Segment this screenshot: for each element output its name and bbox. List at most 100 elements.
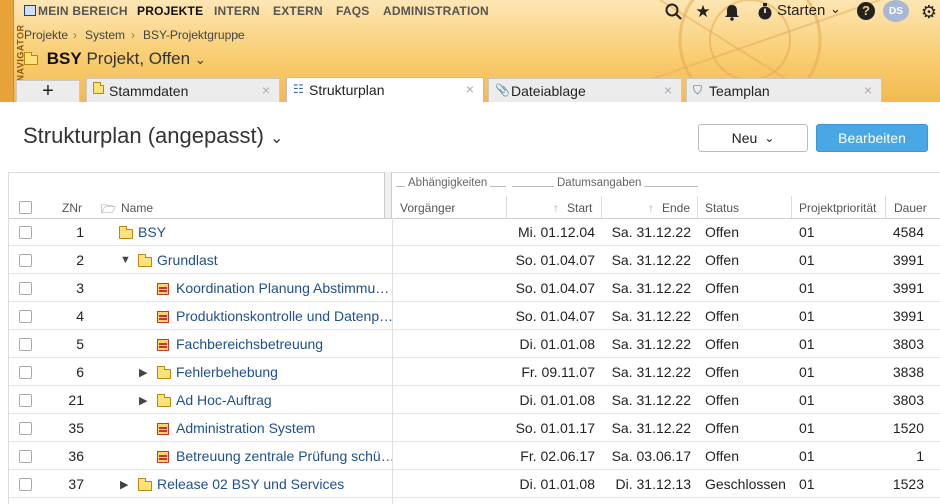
avatar[interactable]: DS [883,0,909,22]
tab-strukturplan[interactable]: ☷ Strukturplan × [286,77,484,102]
row-checkbox[interactable] [19,282,32,295]
expand-arrow-icon[interactable]: ▶ [120,478,128,491]
row-checkbox[interactable] [19,310,32,323]
table-row[interactable]: 21 ▶ Ad Hoc-Auftrag Di. 01.01.08 Sa. 31.12.2… [9,386,940,414]
cell-znr: 2 [76,252,84,268]
settings-gear-icon[interactable]: ⚙ [918,0,940,24]
breadcrumb-projekte[interactable]: Projekte [24,28,68,42]
row-icon [137,477,152,493]
cell-name-link[interactable]: Betreuung zentrale Prüfung schü… [176,448,395,464]
column-header-duration[interactable]: Dauer [894,201,927,215]
cell-start: So. 01.04.07 [515,308,595,324]
tab-label: Dateiablage [511,83,586,99]
chevron-down-icon[interactable]: ⌄ [830,1,841,17]
new-button[interactable]: Neu ⌄ [698,124,808,152]
grid-splitter[interactable] [384,172,392,218]
menu-projekte[interactable]: PROJEKTE [137,4,203,18]
cell-status: Offen [705,336,739,352]
cell-name-link[interactable]: Fehlerbehebung [176,364,278,380]
row-checkbox[interactable] [19,366,32,379]
cell-start: Mi. 01.12.04 [517,224,595,240]
menu-mein-bereich[interactable]: MEIN BEREICH [38,4,128,18]
cell-name-link[interactable]: Produktionskontrolle und Datenp… [176,308,393,324]
menu-faqs[interactable]: FAQS [336,4,369,18]
cell-start: Di. 01.01.08 [519,336,596,352]
cell-priority: 01 [799,308,815,324]
search-icon[interactable] [662,0,686,24]
edit-button[interactable]: Bearbeiten [816,124,928,152]
row-icon [157,281,169,297]
expand-arrow-icon[interactable]: ▶ [139,394,147,407]
tab-label: Strukturplan [309,82,385,98]
row-checkbox[interactable] [19,450,32,463]
cell-znr: 5 [76,336,84,352]
cell-start: Di. 01.01.08 [519,392,596,408]
cell-duration: 1520 [892,420,924,436]
close-icon[interactable]: × [466,81,474,97]
add-tab-button[interactable]: + [16,80,80,102]
favorites-star-icon[interactable]: ★ [692,0,714,24]
table-row[interactable]: 1 BSY Mi. 01.12.04 Sa. 31.12.22 Offen 01 4584 [9,218,940,246]
row-checkbox[interactable] [19,254,32,267]
cell-name-link[interactable]: Grundlast [157,252,218,268]
expand-arrow-icon[interactable]: ▶ [139,366,147,379]
page-title-text: Strukturplan (angepasst) [23,123,264,148]
menu-extern[interactable]: EXTERN [273,4,323,18]
table-row[interactable]: 6 ▶ Fehlerbehebung Fr. 09.11.07 Sa. 31.12.22… [9,358,940,386]
navigator-sidebar-toggle[interactable]: NAVIGATOR [0,0,26,102]
column-header-name[interactable]: Name [121,201,153,215]
collapse-arrow-icon[interactable]: ▼ [120,254,131,266]
tab-teamplan[interactable]: ⛉ Teamplan × [686,78,882,102]
table-row[interactable]: 37 ▶ Release 02 BSY und Services Di. 01.01.… [9,470,940,498]
notification-bell-icon[interactable] [721,0,743,24]
row-checkbox[interactable] [19,338,32,351]
cell-name-link[interactable]: Release 02 BSY und Services [157,476,344,492]
row-checkbox[interactable] [19,478,32,491]
page-title[interactable]: Strukturplan (angepasst) ⌄ [23,123,283,149]
row-checkbox[interactable] [19,226,32,239]
cell-name-link[interactable]: Ad Hoc-Auftrag [176,392,272,408]
table-row[interactable]: 5 Fachbereichsbetreuung Di. 01.01.08 Sa. 31… [9,330,940,358]
menu-administration[interactable]: ADMINISTRATION [383,4,489,18]
breadcrumb-separator: › [236,28,240,42]
chevron-down-icon: ⌄ [270,130,284,147]
starten-menu[interactable]: Starten [777,2,825,19]
column-header-start[interactable]: Start [567,201,592,215]
row-checkbox[interactable] [19,422,32,435]
close-icon[interactable]: × [664,82,672,98]
project-title[interactable]: BSY Projekt, Offen ⌄ [23,49,206,69]
column-header-predecessor[interactable]: Vorgänger [400,201,455,215]
folder-icon [156,394,171,407]
tab-dateiablage[interactable]: 📎 Dateiablage × [488,78,682,102]
help-icon[interactable]: ? [857,2,875,20]
breadcrumb-group[interactable]: BSY-Projektgruppe [143,28,245,42]
close-icon[interactable]: × [262,82,270,98]
tab-stammdaten[interactable]: Stammdaten × [86,78,280,102]
close-icon[interactable]: × [864,82,872,98]
breadcrumb-system[interactable]: System [85,28,125,42]
cell-name-link[interactable]: Koordination Planung Abstimmu… [176,280,389,296]
cell-name-link[interactable]: Fachbereichsbetreuung [176,336,323,352]
cell-name-link[interactable]: BSY [138,224,166,240]
cell-status: Offen [705,420,739,436]
column-header-priority[interactable]: Projektpriorität [799,201,876,215]
row-checkbox[interactable] [19,394,32,407]
table-row[interactable]: 4 Produktionskontrolle und Datenp… So. 01.… [9,302,940,330]
stopwatch-icon[interactable] [754,0,776,24]
table-row[interactable]: 35 Administration System So. 01.01.17 Sa. 3… [9,414,940,442]
table-row[interactable]: 2 ▼ Grundlast So. 01.04.07 Sa. 31.12.22 Offen… [9,246,940,274]
column-header-end[interactable]: Ende [662,201,690,215]
table-row[interactable]: 36 Betreuung zentrale Prüfung schü… Fr. 02… [9,442,940,470]
menu-intern[interactable]: INTERN [214,4,260,18]
cell-status: Geschlossen [705,476,786,492]
cell-end: Di. 31.12.13 [615,476,692,492]
column-header-znr[interactable]: ZNr [62,201,82,215]
structure-tree-icon: ☷ [293,82,304,96]
select-all-checkbox[interactable] [19,201,32,214]
row-icon [156,393,171,409]
cell-status: Offen [705,252,739,268]
cell-name-link[interactable]: Administration System [176,420,315,436]
column-header-status[interactable]: Status [705,201,739,215]
task-icon [157,339,169,351]
table-row[interactable]: 3 Koordination Planung Abstimmu… So. 01.04… [9,274,940,302]
